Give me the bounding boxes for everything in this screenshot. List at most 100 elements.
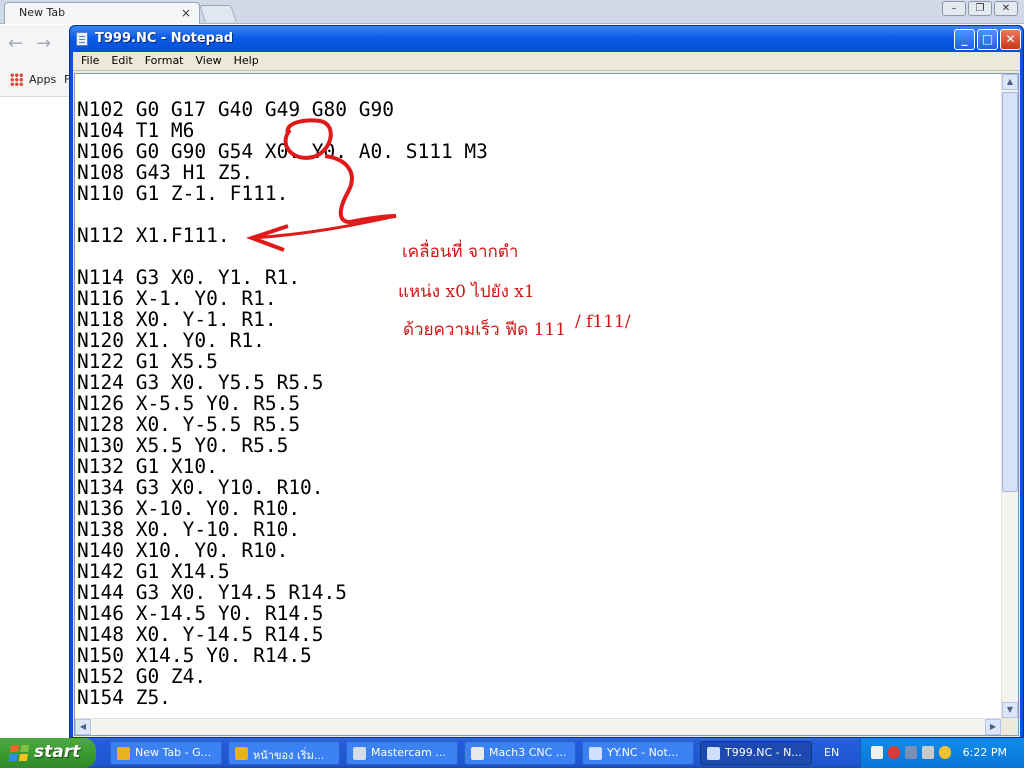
minimize-icon[interactable]: – [942, 1, 966, 16]
code-line[interactable]: N104 T1 M6 [77, 120, 997, 141]
code-line[interactable]: N132 G1 X10. [77, 456, 997, 477]
scroll-left-icon[interactable]: ◀ [75, 719, 91, 735]
chrome-icon [235, 747, 248, 760]
network-icon[interactable] [905, 746, 917, 759]
taskbar-item-chrome-thai[interactable]: หน้าของ เริ่ม... [228, 741, 340, 765]
window-title: T999.NC - Notepad [95, 31, 234, 46]
notepad-icon [707, 747, 720, 760]
scrollbar-corner [1001, 718, 1018, 735]
back-arrow-icon[interactable]: ← [8, 33, 23, 54]
restore-icon[interactable]: ❐ [968, 1, 992, 16]
code-line[interactable]: N126 X-5.5 Y0. R5.5 [77, 393, 997, 414]
code-line[interactable]: N136 X-10. Y0. R10. [77, 498, 997, 519]
taskbar-item-label: YY.NC - Not... [607, 746, 679, 759]
taskbar: start New Tab - G... หน้าของ เริ่ม... Ma… [0, 738, 1024, 768]
scroll-up-icon[interactable]: ▲ [1002, 74, 1018, 90]
code-line[interactable]: N144 G3 X0. Y14.5 R14.5 [77, 582, 997, 603]
taskbar-item-t999-notepad[interactable]: T999.NC - N... [700, 741, 812, 765]
forward-arrow-icon[interactable]: → [36, 33, 51, 54]
browser-window-controls: – ❐ ✕ [942, 1, 1018, 16]
chrome-icon [117, 747, 130, 760]
notepad-icon [589, 747, 602, 760]
code-line[interactable]: N106 G0 G90 G54 X0. Y0. A0. S111 M3 [77, 141, 997, 162]
code-line[interactable]: N128 X0. Y-5.5 R5.5 [77, 414, 997, 435]
mach3-icon [471, 747, 484, 760]
window-controls: _ □ ✕ [954, 29, 1021, 50]
close-icon[interactable]: ✕ [994, 1, 1018, 16]
code-line[interactable]: N154 Z5. [77, 687, 997, 708]
new-tab-button[interactable] [199, 5, 237, 22]
code-line[interactable]: N112 X1.F111. [77, 225, 997, 246]
code-line[interactable]: N134 G3 X0. Y10. R10. [77, 477, 997, 498]
close-button[interactable]: ✕ [1000, 29, 1021, 50]
taskbar-item-label: Mach3 CNC ... [489, 746, 567, 759]
code-line[interactable] [77, 204, 997, 225]
code-line[interactable] [77, 246, 997, 267]
code-line[interactable]: N116 X-1. Y0. R1. [77, 288, 997, 309]
menu-view[interactable]: View [190, 52, 228, 70]
scroll-thumb[interactable] [1002, 92, 1018, 492]
browser-tab-title: New Tab [19, 6, 66, 19]
annotation-text-line-2: แหน่ง x0 ไปยัง x1 [398, 282, 535, 302]
mastercam-icon [353, 747, 366, 760]
notepad-titlebar[interactable]: T999.NC - Notepad _ □ ✕ [70, 26, 1023, 52]
code-line[interactable]: N108 G43 H1 Z5. [77, 162, 997, 183]
taskbar-item-mastercam[interactable]: Mastercam ... [346, 741, 458, 765]
code-line[interactable]: N130 X5.5 Y0. R5.5 [77, 435, 997, 456]
taskbar-item-mach3[interactable]: Mach3 CNC ... [464, 741, 576, 765]
horizontal-scrollbar[interactable]: ◀ ▶ [75, 718, 1001, 735]
start-button[interactable]: start [0, 738, 96, 768]
code-line[interactable]: N102 G0 G17 G40 G49 G80 G90 [77, 99, 997, 120]
shield-icon[interactable] [888, 746, 900, 759]
code-line[interactable]: N142 G1 X14.5 [77, 561, 997, 582]
annotation-text-line-3: ด้วยความเร็ว ฟีด 111 [403, 320, 567, 340]
code-line[interactable]: N146 X-14.5 Y0. R14.5 [77, 603, 997, 624]
bookmark-apps[interactable]: Apps [29, 73, 56, 86]
apps-grid-icon[interactable] [10, 73, 23, 86]
scroll-right-icon[interactable]: ▶ [985, 719, 1001, 735]
menu-bar: File Edit Format View Help [73, 52, 1020, 71]
code-line[interactable]: N140 X10. Y0. R10. [77, 540, 997, 561]
taskbar-item-label: หน้าของ เริ่ม... [253, 749, 325, 762]
editor-text[interactable]: N102 G0 G17 G40 G49 G80 G90 N104 T1 M6 N10… [77, 78, 997, 718]
scroll-down-icon[interactable]: ▼ [1002, 702, 1018, 718]
menu-edit[interactable]: Edit [105, 52, 138, 70]
minimize-button[interactable]: _ [954, 29, 975, 50]
notepad-window: T999.NC - Notepad _ □ ✕ File Edit Format… [69, 25, 1024, 738]
tab-close-icon[interactable]: × [181, 6, 191, 20]
device-icon[interactable] [922, 746, 934, 759]
browser-tabstrip: New Tab × – ❐ ✕ [0, 0, 1024, 24]
clock[interactable]: 6:22 PM [963, 746, 1007, 759]
code-line[interactable]: N110 G1 Z-1. F111. [77, 183, 997, 204]
vertical-scrollbar[interactable]: ▲ ▼ [1001, 74, 1018, 718]
code-line[interactable]: N138 X0. Y-10. R10. [77, 519, 997, 540]
tools-icon[interactable] [871, 746, 883, 759]
menu-help[interactable]: Help [228, 52, 265, 70]
menu-format[interactable]: Format [139, 52, 190, 70]
annotation-text-feed: / f111/ [575, 312, 631, 332]
taskbar-item-label: T999.NC - N... [725, 746, 802, 759]
menu-file[interactable]: File [75, 52, 105, 70]
windows-logo-icon [8, 745, 30, 761]
notepad-icon [76, 32, 88, 46]
code-line[interactable]: N150 X14.5 Y0. R14.5 [77, 645, 997, 666]
code-line[interactable]: N122 G1 X5.5 [77, 351, 997, 372]
notepad-body: File Edit Format View Help N102 G0 G17 G… [73, 52, 1020, 737]
maximize-button[interactable]: □ [977, 29, 998, 50]
code-line[interactable] [77, 78, 997, 99]
code-line[interactable]: N114 G3 X0. Y1. R1. [77, 267, 997, 288]
taskbar-item-label: Mastercam ... [371, 746, 446, 759]
text-editor[interactable]: N102 G0 G17 G40 G49 G80 G90 N104 T1 M6 N10… [74, 73, 1019, 736]
code-line[interactable]: N148 X0. Y-14.5 R14.5 [77, 624, 997, 645]
browser-tab[interactable]: New Tab × [4, 2, 200, 24]
system-tray: 6:22 PM [860, 738, 1024, 768]
annotation-text-line-1: เคลื่อนที่ จากตำ [402, 242, 519, 262]
taskbar-item-new-tab[interactable]: New Tab - G... [110, 741, 222, 765]
app-tray-icon[interactable] [939, 746, 951, 759]
code-line[interactable]: N124 G3 X0. Y5.5 R5.5 [77, 372, 997, 393]
start-label: start [34, 742, 81, 762]
language-indicator[interactable]: EN [824, 746, 839, 759]
taskbar-item-yy-notepad[interactable]: YY.NC - Not... [582, 741, 694, 765]
taskbar-item-label: New Tab - G... [135, 746, 212, 759]
code-line[interactable]: N152 G0 Z4. [77, 666, 997, 687]
